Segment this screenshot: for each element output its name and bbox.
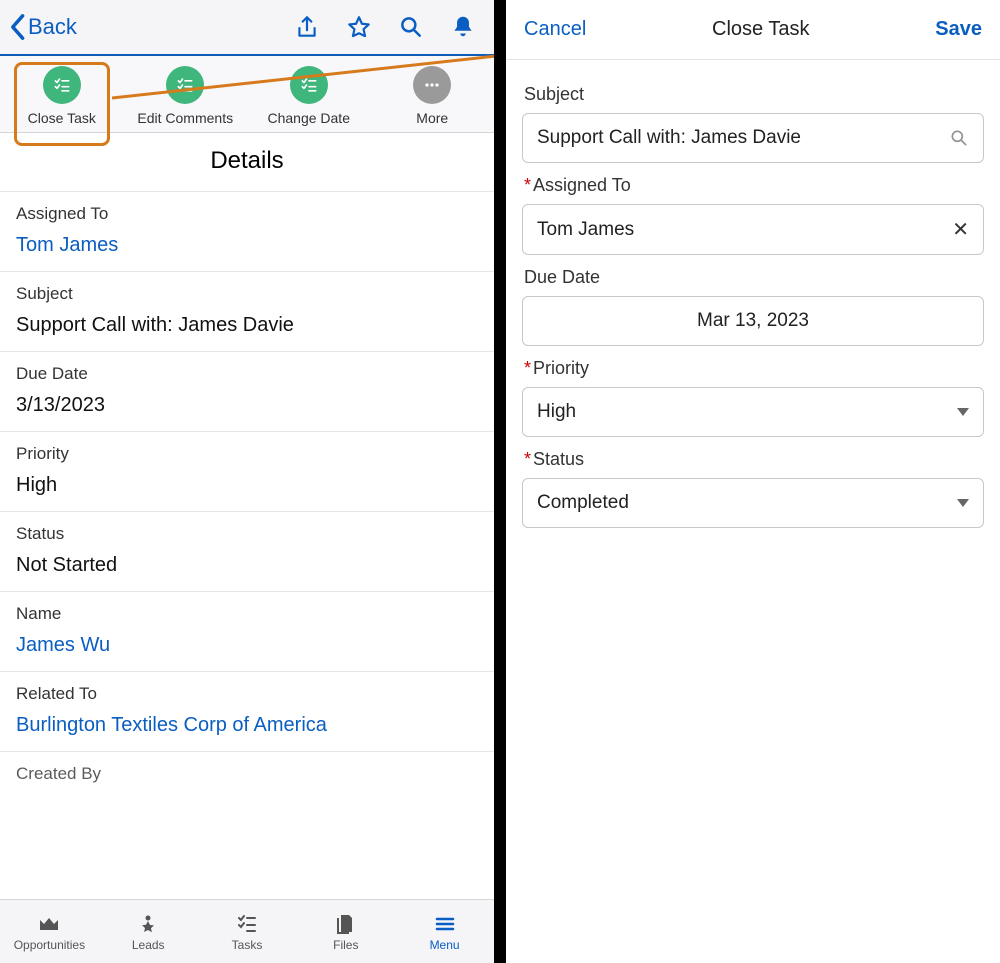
nav-label: Menu xyxy=(430,938,460,952)
field-value-link[interactable]: Tom James xyxy=(16,234,478,257)
chevron-down-icon xyxy=(957,499,969,507)
page-title: Close Task xyxy=(712,18,809,41)
field-value: Support Call with: James Davie xyxy=(16,314,478,337)
nav-tasks[interactable]: Tasks xyxy=(198,900,297,963)
nav-leads[interactable]: Leads xyxy=(99,900,198,963)
action-bar: Close Task Edit Comments Change Date Mor… xyxy=(0,56,494,133)
field-subject: Subject Support Call with: James Davie xyxy=(0,272,494,352)
field-priority: Priority High xyxy=(0,432,494,512)
assigned-to-label: *Assigned To xyxy=(524,175,984,196)
field-name: Name James Wu xyxy=(0,592,494,672)
clear-icon[interactable]: ✕ xyxy=(952,217,969,242)
menu-icon xyxy=(433,912,457,936)
more-icon xyxy=(413,66,451,104)
field-label: Assigned To xyxy=(16,204,478,224)
right-panel: Cancel Close Task Save Subject Support C… xyxy=(506,0,1000,963)
header-icons xyxy=(294,14,480,40)
field-label: Subject xyxy=(16,284,478,304)
nav-menu[interactable]: Menu xyxy=(395,900,494,963)
bell-icon[interactable] xyxy=(450,14,476,40)
action-label: Edit Comments xyxy=(137,110,233,126)
checklist-icon xyxy=(290,66,328,104)
panel-divider xyxy=(494,0,506,963)
subject-label: Subject xyxy=(524,84,984,105)
action-label: Change Date xyxy=(267,110,350,126)
field-label: Priority xyxy=(16,444,478,464)
status-label: *Status xyxy=(524,449,984,470)
field-assigned-to: Assigned To Tom James xyxy=(0,192,494,272)
nav-label: Leads xyxy=(132,938,165,952)
field-value: 3/13/2023 xyxy=(16,394,478,417)
field-created-by: Created By xyxy=(0,752,494,798)
field-status: Status Not Started xyxy=(0,512,494,592)
details-heading: Details xyxy=(0,133,494,192)
nav-files[interactable]: Files xyxy=(296,900,395,963)
search-icon[interactable] xyxy=(398,14,424,40)
action-close-task[interactable]: Close Task xyxy=(0,66,124,126)
left-header: Back xyxy=(0,0,494,56)
bottom-nav: Opportunities Leads Tasks Files Menu xyxy=(0,899,494,963)
field-value: High xyxy=(16,474,478,497)
action-label: More xyxy=(416,110,448,126)
field-label: Due Date xyxy=(16,364,478,384)
right-header: Cancel Close Task Save xyxy=(506,0,1000,60)
nav-opportunities[interactable]: Opportunities xyxy=(0,900,99,963)
assigned-to-value: Tom James xyxy=(537,219,634,241)
nav-label: Opportunities xyxy=(14,938,85,952)
action-change-date[interactable]: Change Date xyxy=(247,66,371,126)
field-due-date: Due Date 3/13/2023 xyxy=(0,352,494,432)
field-label: Name xyxy=(16,604,478,624)
checklist-icon xyxy=(166,66,204,104)
files-icon xyxy=(334,912,358,936)
action-label: Close Task xyxy=(28,110,96,126)
due-date-label: Due Date xyxy=(524,267,984,288)
action-more[interactable]: More xyxy=(371,66,495,126)
field-value-link[interactable]: James Wu xyxy=(16,634,478,657)
priority-label: *Priority xyxy=(524,358,984,379)
field-label: Status xyxy=(16,524,478,544)
priority-select[interactable]: High xyxy=(522,387,984,437)
field-related-to: Related To Burlington Textiles Corp of A… xyxy=(0,672,494,752)
form-area: Subject Support Call with: James Davie *… xyxy=(506,60,1000,540)
field-value: Not Started xyxy=(16,554,478,577)
chevron-down-icon xyxy=(957,408,969,416)
due-date-input[interactable]: Mar 13, 2023 xyxy=(522,296,984,346)
share-icon[interactable] xyxy=(294,14,320,40)
back-label: Back xyxy=(28,14,77,40)
action-edit-comments[interactable]: Edit Comments xyxy=(124,66,248,126)
cancel-button[interactable]: Cancel xyxy=(524,18,586,41)
field-value-link[interactable]: Burlington Textiles Corp of America xyxy=(16,714,478,737)
search-icon xyxy=(949,128,969,148)
chevron-left-icon xyxy=(8,13,26,41)
subject-input[interactable]: Support Call with: James Davie xyxy=(522,113,984,163)
star-icon[interactable] xyxy=(346,14,372,40)
field-label: Related To xyxy=(16,684,478,704)
status-value: Completed xyxy=(537,492,629,514)
person-star-icon xyxy=(136,912,160,936)
field-label: Created By xyxy=(16,764,478,784)
subject-value: Support Call with: James Davie xyxy=(537,127,801,149)
nav-label: Tasks xyxy=(232,938,263,952)
assigned-to-input[interactable]: Tom James ✕ xyxy=(522,204,984,255)
back-button[interactable]: Back xyxy=(8,13,77,41)
checklist-icon xyxy=(43,66,81,104)
due-date-value: Mar 13, 2023 xyxy=(697,310,809,332)
status-select[interactable]: Completed xyxy=(522,478,984,528)
left-panel: Back Close Task xyxy=(0,0,494,963)
nav-label: Files xyxy=(333,938,358,952)
tasks-icon xyxy=(235,912,259,936)
priority-value: High xyxy=(537,401,576,423)
crown-icon xyxy=(37,912,61,936)
save-button[interactable]: Save xyxy=(935,18,982,41)
